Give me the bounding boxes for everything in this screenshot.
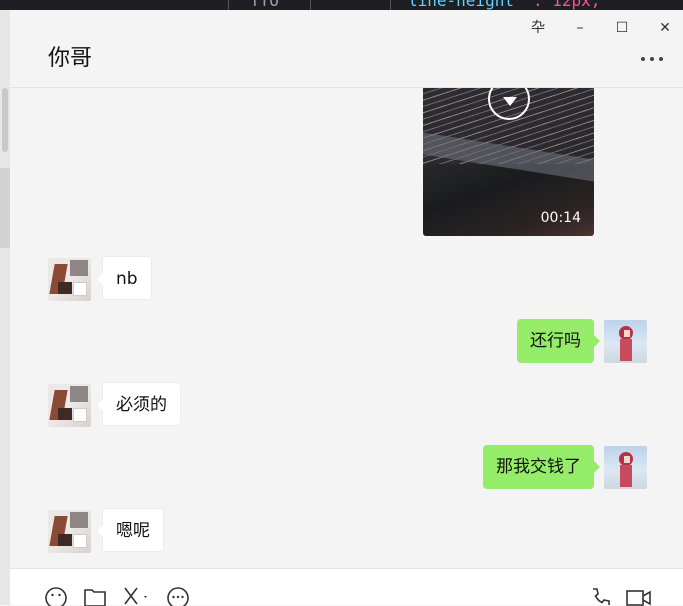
- pin-button[interactable]: 卆: [528, 18, 548, 38]
- scissors-icon[interactable]: [120, 586, 150, 606]
- close-button[interactable]: ✕: [655, 18, 675, 38]
- message-bubble-outgoing[interactable]: 还行吗: [517, 319, 600, 363]
- avatar-friend[interactable]: [48, 258, 91, 301]
- avatar-me[interactable]: [604, 320, 647, 363]
- input-toolbar: [10, 568, 683, 606]
- emoji-icon[interactable]: [44, 586, 68, 606]
- chat-header: 你哥 卆 – ☐ ✕: [10, 10, 683, 88]
- background-code-text: : 12px;: [533, 0, 601, 10]
- maximize-button[interactable]: ☐: [612, 18, 632, 38]
- background-separator: [228, 0, 229, 10]
- background-code-text: TTO: [250, 0, 279, 10]
- message-list[interactable]: 00:14 nb 还行吗 必须的 那我交钱了 嗯呢: [10, 88, 683, 568]
- message-bubble-incoming[interactable]: 必须的: [97, 382, 181, 426]
- minimize-button[interactable]: –: [570, 18, 590, 38]
- folder-icon[interactable]: [83, 586, 107, 606]
- message-bubble-incoming[interactable]: nb: [97, 256, 152, 300]
- background-code-text: line-height: [408, 0, 514, 10]
- more-options-icon[interactable]: [641, 54, 667, 64]
- chat-window: 你哥 卆 – ☐ ✕ 00:14 nb 还行吗 必须的 那我交钱了 嗯呢: [10, 10, 683, 606]
- background-separator: [390, 0, 391, 10]
- background-separator: [310, 0, 311, 10]
- avatar-friend[interactable]: [48, 510, 91, 553]
- video-message[interactable]: 00:14: [423, 88, 594, 236]
- message-bubble-incoming[interactable]: 嗯呢: [97, 508, 164, 552]
- avatar-friend[interactable]: [48, 384, 91, 427]
- message-bubble-outgoing[interactable]: 那我交钱了: [483, 445, 600, 489]
- chat-title: 你哥: [48, 46, 93, 71]
- video-duration: 00:14: [540, 210, 581, 226]
- left-scroll-rail: [0, 10, 10, 605]
- scrollbar-track: [0, 168, 10, 248]
- background-editor-strip: TTO line-height : 12px;: [0, 0, 683, 10]
- chat-bubble-icon[interactable]: [166, 586, 190, 606]
- video-call-icon[interactable]: [625, 586, 653, 606]
- phone-icon[interactable]: [588, 586, 612, 606]
- avatar-me[interactable]: [604, 446, 647, 489]
- scrollbar-thumb[interactable]: [2, 88, 8, 152]
